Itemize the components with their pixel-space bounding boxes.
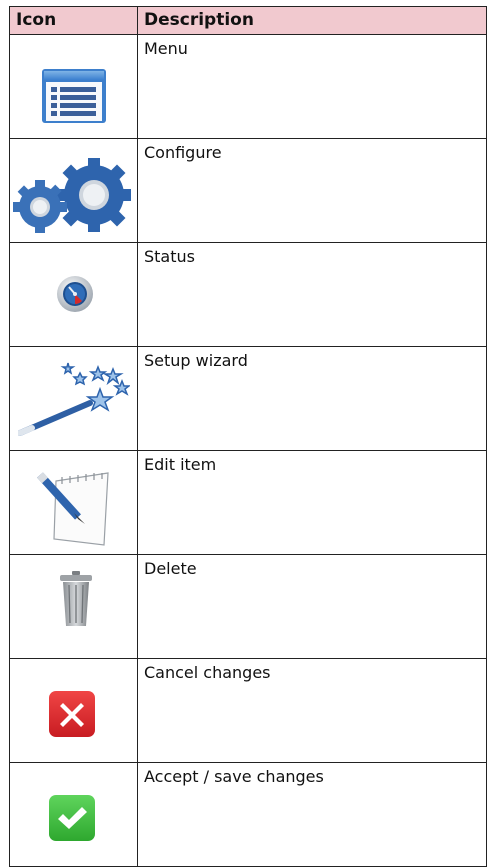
icon-table: Icon Description Menu Configure Status S… — [9, 6, 487, 867]
table-row: Setup wizard — [9, 346, 487, 451]
trash-can-icon — [60, 571, 92, 626]
header-row: Icon Description — [9, 6, 487, 35]
description-column-header: Description — [137, 6, 487, 35]
icon-cell — [9, 762, 138, 867]
row-description: Edit item — [137, 450, 487, 555]
row-description: Accept / save changes — [137, 762, 487, 867]
menu-window-icon — [42, 69, 106, 123]
icon-cell — [9, 138, 138, 243]
row-description: Setup wizard — [137, 346, 487, 451]
table-row: Cancel changes — [9, 658, 487, 763]
gears-icon — [13, 158, 131, 233]
icon-cell — [9, 450, 138, 555]
row-description: Delete — [137, 554, 487, 659]
gauge-icon — [57, 276, 93, 312]
row-description: Configure — [137, 138, 487, 243]
row-description: Status — [137, 242, 487, 347]
table-row: Delete — [9, 554, 487, 659]
icon-cell — [9, 658, 138, 763]
table-row: Status — [9, 242, 487, 347]
table-row: Accept / save changes — [9, 762, 487, 867]
row-description: Cancel changes — [137, 658, 487, 763]
table-row: Edit item — [9, 450, 487, 555]
pencil-notepad-icon — [37, 472, 109, 546]
icon-cell — [9, 346, 138, 451]
icon-cell — [9, 242, 138, 347]
icon-cell — [9, 554, 138, 659]
row-description: Menu — [137, 34, 487, 139]
table-row: Menu — [9, 34, 487, 139]
table-row: Configure — [9, 138, 487, 243]
icon-column-header: Icon — [9, 6, 138, 35]
green-check-icon — [49, 795, 95, 841]
magic-wand-icon — [18, 362, 130, 436]
red-x-icon — [49, 691, 95, 737]
icon-cell — [9, 34, 138, 139]
